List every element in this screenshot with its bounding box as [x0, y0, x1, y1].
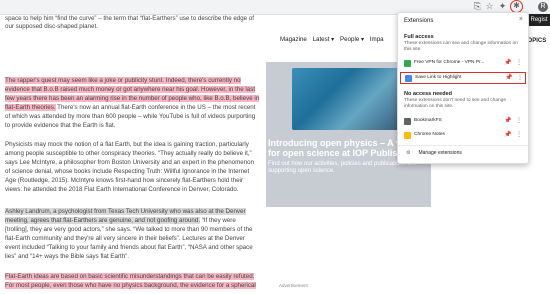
- pin-icon[interactable]: 📌: [505, 74, 512, 81]
- bookmarkfs-extension-icon: [404, 118, 411, 125]
- article-paragraph-4: Flat-Earth ideas are based on basic scie…: [5, 272, 260, 290]
- extension-label: Save Link to Highlight: [415, 75, 462, 80]
- close-icon[interactable]: ×: [519, 16, 523, 23]
- manage-extensions-label: Manage extensions: [418, 150, 462, 156]
- full-access-title: Full access: [404, 34, 434, 40]
- gear-icon: ⚙: [406, 150, 411, 156]
- nav-item-people[interactable]: People ▾: [340, 36, 364, 43]
- extension-row-save-link[interactable]: Save Link to Highlight 📌 ⋮: [400, 72, 526, 84]
- divider: [398, 145, 528, 146]
- nav-item-latest[interactable]: Latest ▾: [313, 36, 335, 43]
- avatar[interactable]: R: [538, 2, 548, 12]
- extension-label: Free VPN for Chrome - VPN Pr...: [414, 60, 485, 65]
- extension-label: BookmarkFS: [414, 118, 442, 123]
- more-icon[interactable]: ⋮: [516, 117, 522, 124]
- extension-row-bookmarkfs[interactable]: BookmarkFS 📌 ⋮: [400, 116, 526, 128]
- extension-label: Chrome Notes: [414, 132, 445, 137]
- puzzle-icon[interactable]: ✦: [497, 1, 508, 12]
- chrome-notes-extension-icon: [404, 132, 411, 139]
- pin-icon[interactable]: 📌: [504, 131, 511, 138]
- article-paragraph-1: The rapper's quest may seem like a joke …: [5, 76, 260, 130]
- no-access-title: No access needed: [404, 91, 452, 97]
- extension-row-vpn[interactable]: Free VPN for Chrome - VPN Pr... 📌 ⋮: [400, 58, 526, 70]
- ad-label: Advertisement: [279, 283, 308, 288]
- more-icon[interactable]: ⋮: [516, 131, 522, 138]
- star-icon[interactable]: ☆: [484, 1, 495, 12]
- no-access-description: These extensions don't need to see and c…: [404, 98, 506, 109]
- article-intro: space to help him “find the curve” – the…: [5, 15, 255, 30]
- full-access-description: These extensions can see and change info…: [404, 41, 518, 52]
- register-button[interactable]: Regist: [528, 14, 550, 26]
- nav-item-magazine[interactable]: Magazine: [280, 36, 307, 43]
- pin-icon[interactable]: 📌: [504, 59, 511, 66]
- manage-extensions-link[interactable]: ⚙ Manage extensions: [406, 150, 462, 156]
- article-paragraph-2: Physicists may mock the notion of a flat…: [5, 141, 255, 193]
- extension-row-chrome-notes[interactable]: Chrome Notes 📌 ⋮: [400, 130, 526, 142]
- more-icon[interactable]: ⋮: [516, 59, 522, 66]
- vpn-extension-icon: [404, 60, 411, 67]
- site-nav: Magazine Latest ▾ People ▾ Impa: [280, 36, 388, 45]
- extensions-popup: Extensions × Full access These extension…: [397, 12, 529, 164]
- translate-icon[interactable]: ⎘: [472, 1, 483, 12]
- nav-item-impact[interactable]: Impa: [370, 36, 384, 43]
- highlighter-extension-icon: [405, 75, 412, 82]
- article-paragraph-3: Ashley Landrum, a psychologist from Texa…: [5, 207, 260, 261]
- popup-title: Extensions: [404, 18, 434, 24]
- ad-books-image: [292, 68, 412, 130]
- highlight-pink: Flat-Earth ideas are based on basic scie…: [5, 273, 256, 289]
- more-icon[interactable]: ⋮: [517, 74, 523, 81]
- pin-icon[interactable]: 📌: [504, 117, 511, 124]
